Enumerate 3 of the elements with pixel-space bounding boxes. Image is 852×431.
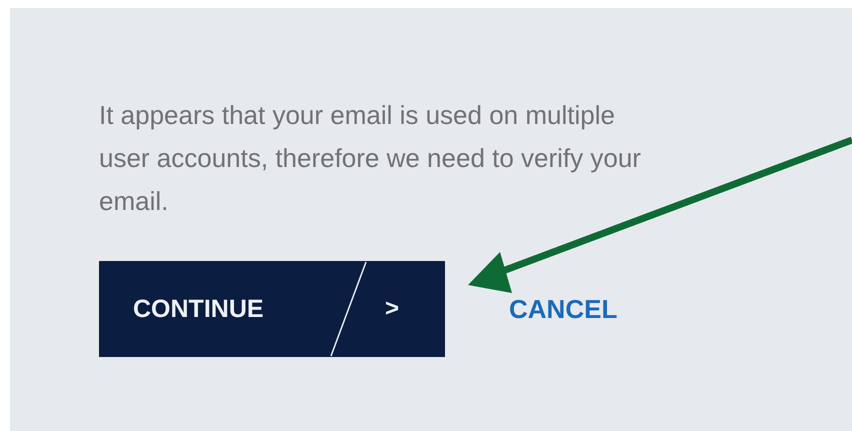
message-text: It appears that your email is used on multiple user accounts, therefore we need to verify your email. (99, 99, 642, 218)
continue-button[interactable]: CONTINUE > (99, 261, 445, 357)
cancel-link[interactable]: CANCEL (509, 294, 618, 324)
